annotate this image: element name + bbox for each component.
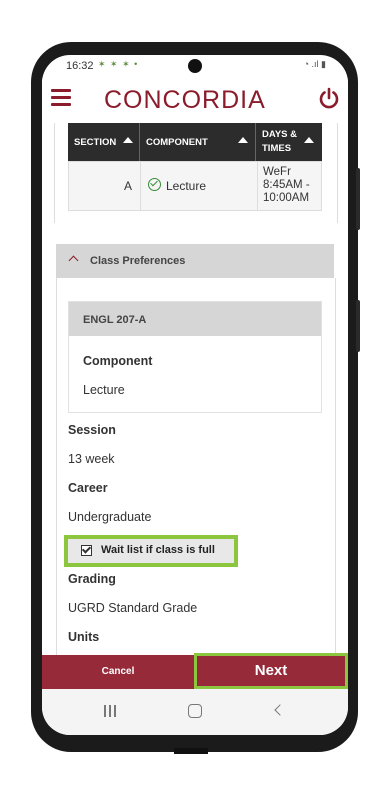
brand-logo: CONCORDIA [104,86,266,114]
units-label: Units [68,630,100,644]
hamburger-menu-icon[interactable] [51,89,71,107]
sort-up-icon [304,137,314,143]
main-content: SECTION COMPONENT DAYS & TIMES A Lecture… [42,123,348,655]
session-value: 13 week [68,452,115,466]
signal-battery-icons: ◔ .ıl ▮ [303,59,326,69]
career-value: Undergraduate [68,510,152,524]
power-icon[interactable] [318,87,340,109]
waitlist-highlight: Wait list if class is full [64,535,238,567]
chevron-up-icon [68,255,79,266]
screen: 16:32 ✶ ✶ ✶ • ◔ .ıl ▮ CONCORDIA SECTION … [42,55,348,735]
android-nav-bar [42,689,348,735]
app-header: CONCORDIA [42,77,348,123]
class-preferences-toggle[interactable]: Class Preferences [56,244,334,278]
home-icon[interactable] [188,704,202,718]
notification-icons: ✶ ✶ ✶ • [98,59,139,69]
next-button[interactable]: Next [197,656,345,686]
volume-button [356,168,360,230]
power-button [356,300,360,352]
next-button-highlight: Next [194,653,348,689]
component-value: Lecture [83,383,125,397]
days-times-column-header[interactable]: DAYS & TIMES [256,123,322,161]
action-footer: Cancel Next [42,653,348,689]
waitlist-label: Wait list if class is full [101,544,215,556]
sort-up-icon [123,137,133,143]
section-column-header[interactable]: SECTION [68,123,140,161]
section-cell: A [69,162,141,210]
phone-connector [174,748,208,754]
recents-icon[interactable] [104,705,118,717]
course-title-bar: ENGL 207-A [69,302,321,336]
grading-label: Grading [68,572,116,586]
days-times-cell: WeFr 8:45AM - 10:00AM [263,166,310,204]
course-card: ENGL 207-A Component Lecture [68,301,322,413]
back-icon[interactable] [274,704,286,716]
section-table-header: SECTION COMPONENT DAYS & TIMES [68,123,322,161]
status-time: 16:32 [66,60,94,72]
camera-cutout [188,59,202,73]
career-label: Career [68,481,108,495]
component-cell: Lecture [141,162,258,210]
cancel-button[interactable]: Cancel [42,655,194,689]
check-circle-icon [148,178,161,191]
status-bar: 16:32 ✶ ✶ ✶ • ◔ .ıl ▮ [42,55,348,77]
waitlist-checkbox[interactable] [81,545,92,556]
table-row: A Lecture WeFr 8:45AM - 10:00AM [68,161,322,211]
grading-value: UGRD Standard Grade [68,601,198,615]
waitlist-checkbox-row[interactable]: Wait list if class is full [68,539,234,563]
component-column-header[interactable]: COMPONENT [140,123,256,161]
session-label: Session [68,423,116,437]
component-label: Component [83,354,153,368]
sort-up-icon [238,137,248,143]
